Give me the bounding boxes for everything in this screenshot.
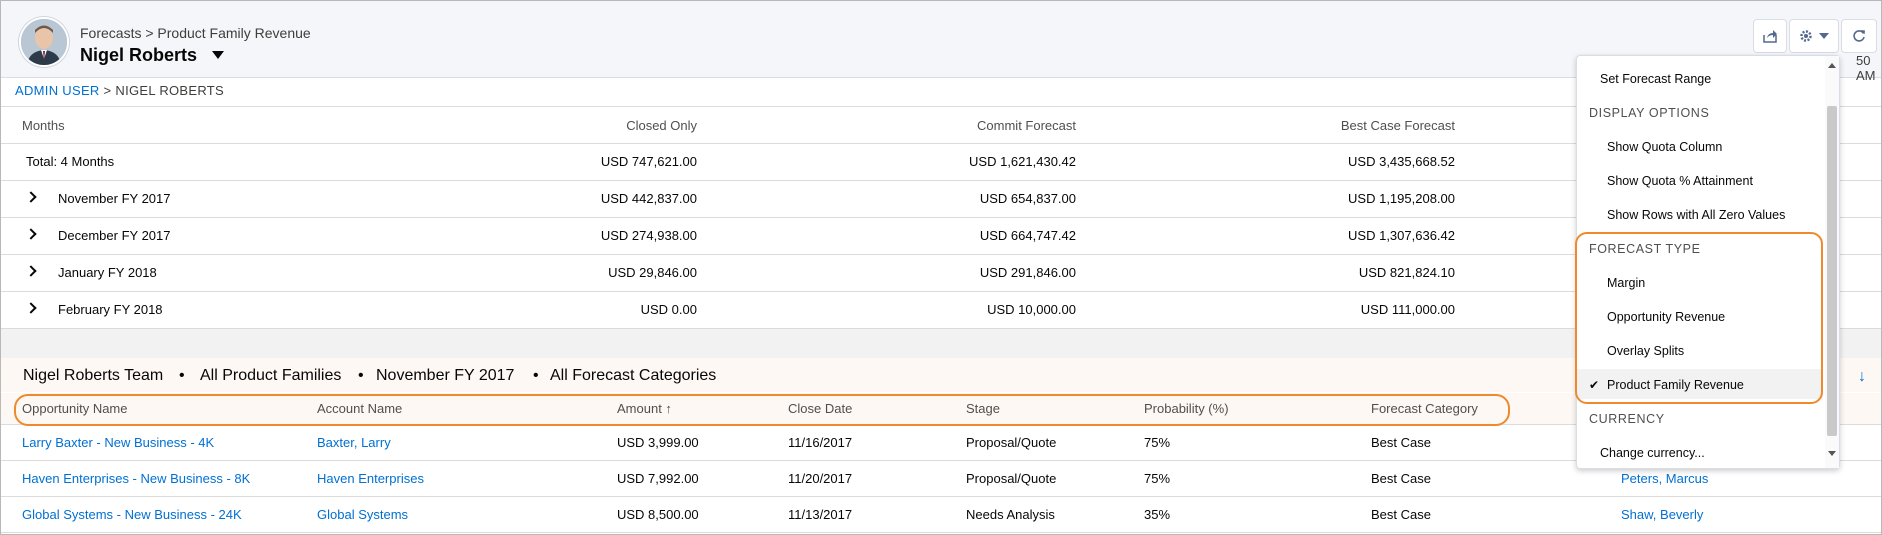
gear-icon	[1800, 30, 1812, 42]
closed-value[interactable]: USD 274,938.00	[601, 228, 697, 243]
refresh-button[interactable]	[1841, 19, 1877, 53]
share-icon	[1763, 30, 1777, 43]
settings-menu-button[interactable]	[1789, 19, 1839, 53]
menu-section-display-options: DISPLAY OPTIONS	[1577, 97, 1823, 127]
chevron-down-icon	[1819, 33, 1829, 39]
best-case-value[interactable]: USD 821,824.10	[1359, 265, 1455, 280]
menu-section-label: CURRENCY	[1589, 412, 1665, 426]
scroll-down-icon[interactable]	[1828, 451, 1836, 456]
menu-section-currency: CURRENCY	[1577, 403, 1823, 433]
menu-section-label: DISPLAY OPTIONS	[1589, 106, 1710, 120]
best-case-value[interactable]: USD 1,195,208.00	[1348, 191, 1455, 206]
close-date-cell: 11/20/2017	[788, 471, 853, 486]
best-case-value[interactable]: USD 111,000.00	[1361, 302, 1455, 317]
filter-separator: •	[179, 367, 185, 384]
account-link[interactable]: Baxter, Larry	[317, 435, 391, 450]
opportunity-link[interactable]: Haven Enterprises - New Business - 8K	[22, 471, 250, 486]
filter-forecast-categories: All Forecast Categories	[550, 367, 717, 384]
row-label: February FY 2018	[58, 302, 163, 317]
chevron-right-icon[interactable]	[25, 265, 37, 277]
best-case-value[interactable]: USD 3,435,668.52	[1348, 154, 1455, 169]
stage-cell: Proposal/Quote	[966, 471, 1057, 486]
commit-value[interactable]: USD 654,837.00	[980, 191, 1076, 206]
menu-item-show-quota-attainment[interactable]: Show Quota % Attainment	[1577, 165, 1823, 195]
filter-period: November FY 2017	[376, 367, 515, 384]
owner-caret-icon[interactable]	[212, 51, 224, 59]
row-label: November FY 2017	[58, 191, 171, 206]
row-label: Total: 4 Months	[26, 154, 115, 169]
user-path-separator: >	[103, 83, 112, 98]
closed-value[interactable]: USD 29,846.00	[608, 265, 697, 280]
sort-down-icon[interactable]: ↓	[1858, 368, 1866, 386]
col-header-closed-only: Closed Only	[626, 118, 697, 133]
commit-value[interactable]: USD 664,747.42	[980, 228, 1076, 243]
filter-product-families: All Product Families	[200, 367, 342, 384]
account-link[interactable]: Haven Enterprises	[317, 471, 424, 486]
refresh-icon	[1853, 30, 1865, 42]
closed-value[interactable]: USD 0.00	[641, 302, 697, 317]
forecast-category-cell: Best Case	[1371, 471, 1431, 486]
menu-scrollbar-thumb[interactable]	[1827, 106, 1837, 436]
chevron-right-icon[interactable]	[25, 302, 37, 314]
breadcrumb: Forecasts > Product Family Revenue	[80, 25, 311, 41]
menu-item-change-currency[interactable]: Change currency...	[1577, 437, 1823, 467]
user-hierarchy-breadcrumb: ADMIN USER > NIGEL ROBERTS	[15, 83, 224, 98]
closed-value[interactable]: USD 442,837.00	[601, 191, 697, 206]
opportunity-link[interactable]: Global Systems - New Business - 24K	[22, 507, 242, 522]
last-updated-time: 50 AM	[1856, 53, 1876, 83]
share-button[interactable]	[1753, 19, 1787, 53]
probability-cell: 35%	[1144, 507, 1171, 522]
best-case-value[interactable]: USD 1,307,636.42	[1348, 228, 1455, 243]
filter-separator: •	[533, 367, 539, 384]
owner-link[interactable]: Shaw, Beverly	[1621, 507, 1703, 522]
commit-value[interactable]: USD 10,000.00	[987, 302, 1076, 317]
row-label: January FY 2018	[58, 265, 157, 280]
close-date-cell: 11/13/2017	[788, 507, 853, 522]
probability-cell: 75%	[1144, 471, 1171, 486]
scroll-up-icon[interactable]	[1828, 63, 1836, 68]
forecast-category-cell: Best Case	[1371, 507, 1431, 522]
forecast-type-highlight	[1575, 232, 1823, 404]
user-path-root[interactable]: ADMIN USER	[15, 83, 100, 98]
menu-item-label: Show Quota % Attainment	[1607, 174, 1753, 188]
menu-item-label: Change currency...	[1600, 446, 1705, 460]
stage-cell: Proposal/Quote	[966, 435, 1057, 450]
menu-item-show-zero-rows[interactable]: Show Rows with All Zero Values	[1577, 199, 1823, 229]
menu-item-label: Show Quota Column	[1607, 140, 1723, 154]
commit-value[interactable]: USD 291,846.00	[980, 265, 1076, 280]
closed-value[interactable]: USD 747,621.00	[601, 154, 697, 169]
menu-item-label: Set Forecast Range	[1600, 72, 1712, 86]
filter-team: Nigel Roberts Team	[23, 367, 164, 384]
amount-cell: USD 7,992.00	[617, 471, 699, 486]
col-header-commit: Commit Forecast	[977, 118, 1076, 133]
probability-cell: 75%	[1144, 435, 1171, 450]
forecast-category-cell: Best Case	[1371, 435, 1431, 450]
menu-item-label: Show Rows with All Zero Values	[1607, 208, 1786, 222]
chevron-right-icon[interactable]	[25, 228, 37, 240]
opportunity-link[interactable]: Larry Baxter - New Business - 4K	[22, 435, 214, 450]
col-header-months: Months	[22, 118, 65, 133]
amount-cell: USD 8,500.00	[617, 507, 699, 522]
table-row: Global Systems - New Business - 24K Glob…	[1, 497, 1881, 533]
amount-cell: USD 3,999.00	[617, 435, 699, 450]
account-link[interactable]: Global Systems	[317, 507, 408, 522]
forecast-owner-name[interactable]: Nigel Roberts	[80, 45, 197, 66]
user-path-current: NIGEL ROBERTS	[115, 83, 225, 98]
menu-item-set-forecast-range[interactable]: Set Forecast Range	[1577, 63, 1823, 93]
menu-item-show-quota-column[interactable]: Show Quota Column	[1577, 131, 1823, 161]
col-header-best-case: Best Case Forecast	[1340, 118, 1455, 133]
row-label: December FY 2017	[58, 228, 171, 243]
owner-link[interactable]: Peters, Marcus	[1621, 471, 1708, 486]
stage-cell: Needs Analysis	[966, 507, 1055, 522]
avatar	[19, 17, 69, 67]
commit-value[interactable]: USD 1,621,430.42	[969, 154, 1076, 169]
chevron-right-icon[interactable]	[25, 191, 37, 203]
filter-separator: •	[358, 367, 364, 384]
close-date-cell: 11/16/2017	[788, 435, 853, 450]
column-header-highlight	[14, 394, 1510, 426]
